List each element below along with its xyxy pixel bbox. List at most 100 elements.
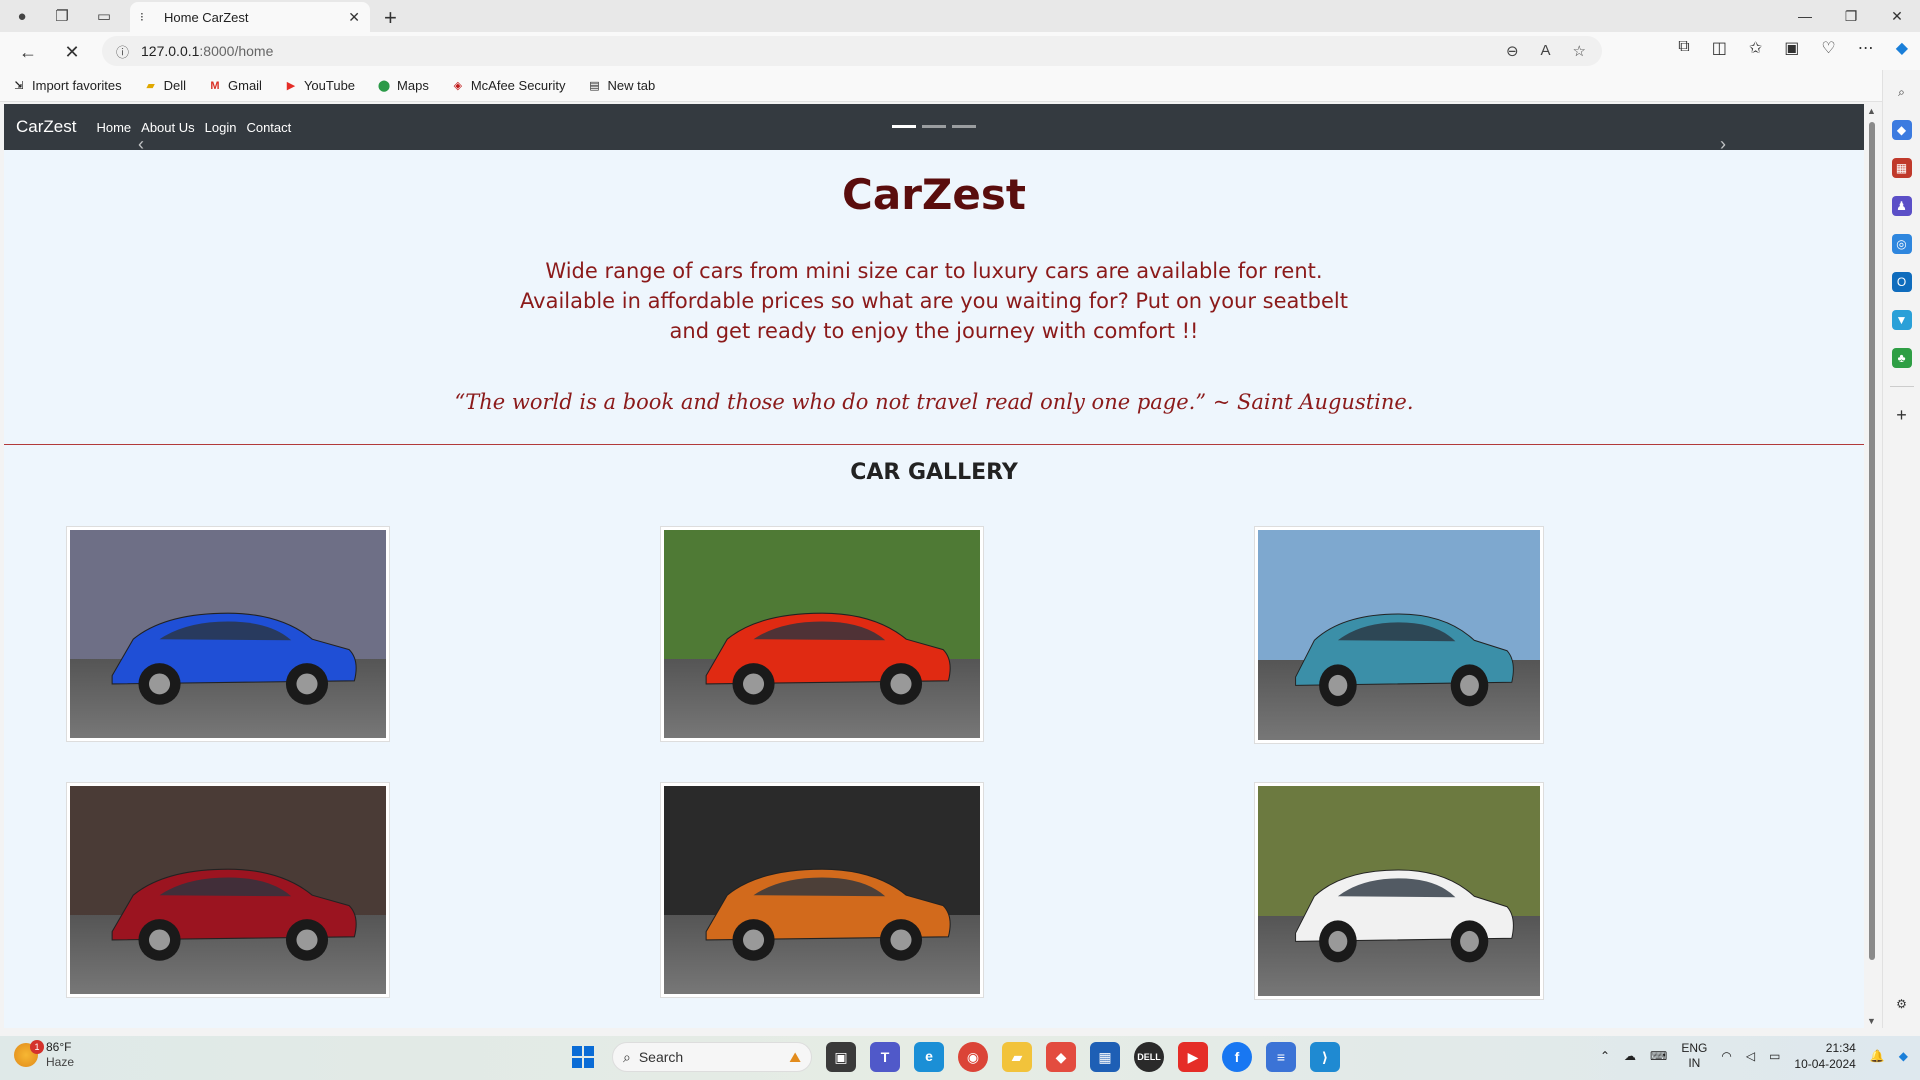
store-icon[interactable]: ▦ (1090, 1042, 1120, 1072)
chrome-icon[interactable]: ◉ (958, 1042, 988, 1072)
collections-icon[interactable]: ▣ (1784, 38, 1799, 58)
shopping-icon[interactable]: ◆ (1891, 120, 1912, 140)
car-image (664, 530, 980, 738)
carousel-indicator[interactable] (952, 125, 976, 128)
start-button[interactable] (568, 1042, 598, 1072)
nav-login[interactable]: Login (205, 120, 237, 135)
car-card[interactable] (660, 526, 984, 742)
taskbar-search[interactable]: ⌕ Search ⛰ (612, 1042, 812, 1072)
notification-badge: 1 (30, 1040, 44, 1054)
car-card[interactable] (66, 526, 390, 742)
new-tab-button[interactable]: + (384, 5, 397, 31)
car-drawing (705, 612, 951, 705)
volume-icon[interactable]: ◁ (1746, 1049, 1755, 1063)
youtube-app-icon[interactable]: ▶ (1178, 1042, 1208, 1072)
keyboard-icon[interactable]: ⌨ (1650, 1049, 1667, 1063)
outlook-icon[interactable]: O (1891, 272, 1912, 292)
scrollbar-thumb[interactable] (1869, 122, 1875, 960)
scroll-down-icon[interactable]: ▼ (1867, 1016, 1876, 1026)
dell-icon[interactable]: DELL (1134, 1042, 1164, 1072)
minimize-button[interactable]: — (1782, 0, 1828, 32)
copilot-icon[interactable]: ◆ (1896, 38, 1908, 58)
car-card[interactable] (660, 782, 984, 998)
games-icon[interactable]: ♟ (1891, 196, 1912, 216)
read-aloud-icon[interactable]: A (1541, 42, 1551, 60)
favorites-icon[interactable]: ✩ (1749, 38, 1762, 58)
file-explorer-icon[interactable]: ▰ (1002, 1042, 1032, 1072)
workspaces-icon[interactable]: ❐ (50, 4, 74, 28)
carousel-next-icon[interactable]: › (1720, 134, 1726, 155)
search-icon[interactable]: ⌕ (1892, 82, 1912, 102)
notifications-icon[interactable]: 🔔 (1870, 1049, 1885, 1063)
close-window-button[interactable]: ✕ (1874, 0, 1920, 32)
taskbar: 1 86°F Haze ⌕ Search ⛰ ▣ T e ◉ ▰ ◆ ▦ DEL… (0, 1036, 1920, 1080)
m365-icon[interactable]: ◎ (1891, 234, 1912, 254)
folder-icon: ▰ (146, 80, 155, 92)
vscode-icon[interactable]: ⟩ (1310, 1042, 1340, 1072)
drop-icon[interactable]: ▼ (1891, 310, 1912, 330)
car-card[interactable] (1254, 782, 1544, 1000)
split-screen-icon[interactable]: ◫ (1712, 38, 1727, 58)
favorite-star-icon[interactable]: ☆ (1573, 42, 1586, 60)
settings-icon[interactable]: ⚙ (1892, 994, 1912, 1014)
back-button[interactable]: ← (14, 38, 42, 66)
more-menu-icon[interactable]: ⋯ (1858, 38, 1874, 58)
tab-actions-icon[interactable]: ▭ (92, 4, 116, 28)
edge-icon[interactable]: e (914, 1042, 944, 1072)
task-view-icon[interactable]: ▣ (826, 1042, 856, 1072)
tree-icon[interactable]: ♣ (1891, 348, 1912, 368)
teams-icon[interactable]: T (870, 1042, 900, 1072)
url-text: 127.0.0.1:8000/home (141, 43, 274, 59)
fav-newtab[interactable]: ▤ New tab (588, 78, 655, 93)
facebook-icon[interactable]: f (1222, 1042, 1252, 1072)
browser-tab[interactable]: ⁝ Home CarZest ✕ (130, 2, 370, 32)
fav-maps[interactable]: ⬤ Maps (377, 78, 429, 93)
onedrive-icon[interactable]: ☁ (1624, 1049, 1636, 1063)
fav-import[interactable]: ⇲ Import favorites (12, 78, 121, 93)
car-card[interactable] (66, 782, 390, 998)
clock[interactable]: 21:34 10-04-2024 (1794, 1040, 1855, 1072)
extensions-icon[interactable]: ⧉ (1678, 38, 1689, 58)
close-tab-icon[interactable]: ✕ (348, 9, 360, 26)
carousel-prev-icon[interactable]: ‹ (138, 134, 144, 155)
address-bar[interactable]: ⓘ 127.0.0.1:8000/home ⊖ A ☆ (102, 36, 1602, 66)
language-indicator[interactable]: ENG IN (1681, 1041, 1707, 1071)
tools-icon[interactable]: ▦ (1891, 158, 1912, 178)
fav-mcafee[interactable]: ◈ McAfee Security (451, 78, 566, 93)
search-highlight-icon: ⛰ (789, 1048, 801, 1065)
notepad-icon[interactable]: ≡ (1266, 1042, 1296, 1072)
title-bar: ● ❐ ▭ ⁝ Home CarZest ✕ + — ❐ ✕ (0, 0, 1920, 32)
nav-contact[interactable]: Contact (246, 120, 291, 135)
import-icon: ⇲ (14, 80, 24, 92)
weather-widget[interactable]: 1 86°F Haze (14, 1040, 74, 1070)
copilot-taskbar-icon[interactable]: ◆ (1899, 1049, 1908, 1063)
fav-youtube[interactable]: ▶ YouTube (284, 78, 355, 93)
nav-home[interactable]: Home (96, 120, 131, 135)
page-scrollbar[interactable]: ▲ ▼ (1864, 104, 1880, 1028)
scroll-up-icon[interactable]: ▲ (1867, 106, 1876, 116)
car-card[interactable] (1254, 526, 1544, 744)
battery-icon[interactable]: ▭ (1769, 1049, 1780, 1063)
site-brand[interactable]: CarZest (16, 117, 76, 137)
gmail-icon: M (210, 79, 220, 92)
browser-essentials-icon[interactable]: ♡ (1821, 38, 1835, 58)
restore-button[interactable]: ❐ (1828, 0, 1874, 32)
fav-dell[interactable]: ▰ Dell (144, 78, 186, 93)
site-navbar: CarZest Home About Us Login Contact ‹ › (4, 104, 1864, 154)
nav-about[interactable]: About Us (141, 120, 194, 135)
stop-loading-button[interactable]: ✕ (58, 38, 86, 66)
site-info-icon[interactable]: ⓘ (116, 42, 129, 61)
fav-gmail[interactable]: M Gmail (208, 78, 262, 93)
wifi-icon[interactable]: ◠ (1721, 1049, 1731, 1063)
profile-icon[interactable]: ● (10, 4, 34, 28)
car-drawing (1295, 869, 1514, 963)
anydesk-icon[interactable]: ◆ (1046, 1042, 1076, 1072)
newtab-icon: ▤ (589, 80, 600, 92)
tab-favicon-icon: ⁝ (140, 10, 144, 24)
intro-text: Wide range of cars from mini size car to… (520, 259, 1348, 343)
add-icon[interactable]: + (1892, 405, 1912, 425)
zoom-icon[interactable]: ⊖ (1506, 42, 1519, 60)
show-hidden-icon[interactable]: ⌃ (1600, 1049, 1610, 1063)
carousel-indicator[interactable] (922, 125, 946, 128)
carousel-indicator[interactable] (892, 125, 916, 128)
